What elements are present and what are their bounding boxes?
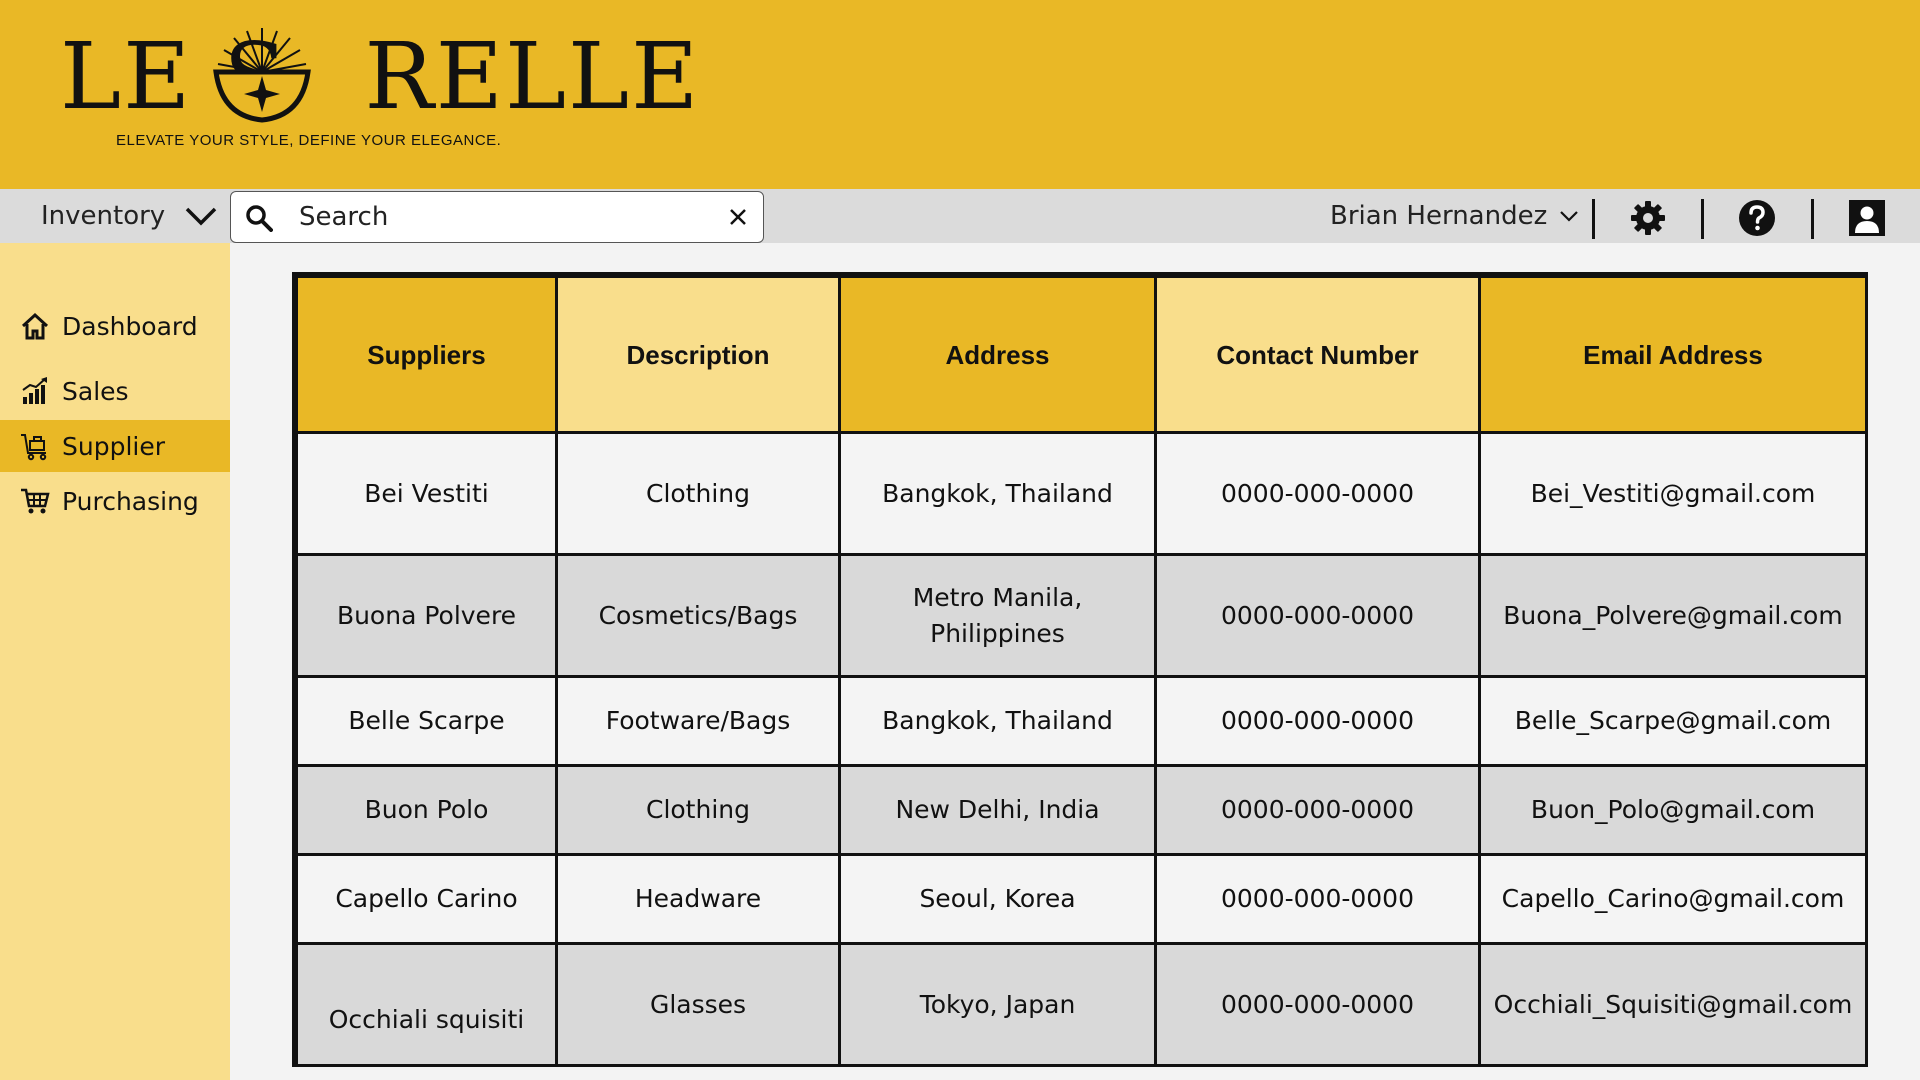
- search-box[interactable]: [230, 191, 764, 243]
- sidebar-item-dashboard[interactable]: Dashboard: [0, 300, 230, 352]
- sidebar-item-label: Sales: [62, 376, 129, 406]
- supplier-name-cell: Buona Polvere: [295, 553, 558, 678]
- brand-tagline: ELEVATE YOUR STYLE, DEFINE YOUR ELEGANCE…: [116, 132, 502, 149]
- supplier-name-cell: Capello Carino: [295, 853, 558, 945]
- chevron-down-icon: [1560, 211, 1579, 222]
- table-row[interactable]: Buona Polvere Cosmetics/Bags Metro Manil…: [295, 553, 1868, 678]
- chevron-down-icon: [185, 207, 217, 226]
- table-row[interactable]: Occhiali squisiti Glasses Tokyo, Japan 0…: [295, 942, 1868, 1067]
- supplier-name-cell: Buon Polo: [295, 764, 558, 856]
- column-header-contact-number[interactable]: Contact Number: [1154, 275, 1481, 434]
- address-cell: New Delhi, India: [838, 764, 1157, 856]
- email-cell: Buona_Polvere@gmail.com: [1478, 553, 1868, 678]
- shopping-cart-icon: [21, 488, 50, 514]
- sun-star-icon: [213, 28, 311, 123]
- email-cell: Belle_Scarpe@gmail.com: [1478, 675, 1868, 767]
- home-icon: [21, 312, 49, 340]
- description-cell: Cosmetics/Bags: [555, 553, 841, 678]
- sidebar-item-label: Purchasing: [62, 486, 199, 516]
- table-row[interactable]: Bei Vestiti Clothing Bangkok, Thailand 0…: [295, 431, 1868, 556]
- supplier-name-cell: Belle Scarpe: [295, 675, 558, 767]
- column-header-address[interactable]: Address: [838, 275, 1157, 434]
- column-header-suppliers[interactable]: Suppliers: [295, 275, 558, 434]
- description-cell: Clothing: [555, 764, 841, 856]
- sidebar-item-sales[interactable]: Sales: [0, 365, 230, 417]
- email-cell: Bei_Vestiti@gmail.com: [1478, 431, 1868, 556]
- supplier-table: Suppliers Description Address Contact Nu…: [292, 272, 1868, 1067]
- email-cell: Buon_Polo@gmail.com: [1478, 764, 1868, 856]
- top-toolbar: Inventory Brian Hernandez: [0, 189, 1920, 243]
- module-dropdown-label: Inventory: [41, 201, 166, 231]
- address-cell: Tokyo, Japan: [838, 942, 1157, 1067]
- sidebar-item-label: Dashboard: [62, 311, 198, 341]
- search-input[interactable]: [299, 200, 699, 234]
- user-profile-icon[interactable]: [1848, 199, 1886, 237]
- contact-number-cell: 0000-000-0000: [1154, 675, 1481, 767]
- address-cell: Bangkok, Thailand: [838, 431, 1157, 556]
- toolbar-divider: [1592, 199, 1595, 239]
- brand-logo[interactable]: LE S RELLE ELEVATE YOUR STYLE, DEFINE YOU…: [60, 22, 698, 152]
- sidebar-item-supplier[interactable]: Supplier: [0, 420, 230, 472]
- help-icon[interactable]: [1738, 199, 1776, 237]
- table-row[interactable]: Capello Carino Headware Seoul, Korea 000…: [295, 853, 1868, 945]
- address-cell: Bangkok, Thailand: [838, 675, 1157, 767]
- table-row[interactable]: Belle Scarpe Footware/Bags Bangkok, Thai…: [295, 675, 1868, 767]
- bar-chart-icon: [22, 377, 47, 404]
- address-cell: Seoul, Korea: [838, 853, 1157, 945]
- contact-number-cell: 0000-000-0000: [1154, 553, 1481, 678]
- delivery-cart-icon: [21, 434, 47, 461]
- sidebar: Dashboard Sales Supplier Purchasing: [0, 243, 230, 1080]
- description-cell: Glasses: [555, 942, 841, 1067]
- sidebar-item-purchasing[interactable]: Purchasing: [0, 475, 230, 527]
- supplier-name-cell: Bei Vestiti: [295, 431, 558, 556]
- user-menu[interactable]: Brian Hernandez: [1330, 189, 1579, 243]
- toolbar-divider: [1811, 199, 1814, 239]
- module-dropdown[interactable]: Inventory: [0, 189, 230, 243]
- column-header-description[interactable]: Description: [555, 275, 841, 434]
- sidebar-item-label: Supplier: [62, 431, 166, 461]
- email-cell: Occhiali_Squisiti@gmail.com: [1478, 942, 1868, 1067]
- contact-number-cell: 0000-000-0000: [1154, 853, 1481, 945]
- supplier-name-cell: Occhiali squisiti: [295, 942, 558, 1067]
- contact-number-cell: 0000-000-0000: [1154, 764, 1481, 856]
- toolbar-divider: [1701, 199, 1704, 239]
- table-row[interactable]: Buon Polo Clothing New Delhi, India 0000…: [295, 764, 1868, 856]
- description-cell: Clothing: [555, 431, 841, 556]
- logo-wordmark: LE S RELLE: [60, 23, 701, 130]
- close-icon[interactable]: [727, 206, 749, 228]
- column-header-email-address[interactable]: Email Address: [1478, 275, 1868, 434]
- description-cell: Footware/Bags: [555, 675, 841, 767]
- contact-number-cell: 0000-000-0000: [1154, 431, 1481, 556]
- search-icon: [246, 205, 273, 232]
- user-name: Brian Hernandez: [1330, 201, 1548, 231]
- app-header: LE S RELLE ELEVATE YOUR STYLE, DEFINE YOU…: [0, 0, 1920, 189]
- gear-icon[interactable]: [1629, 199, 1667, 237]
- contact-number-cell: 0000-000-0000: [1154, 942, 1481, 1067]
- table-header-row: Suppliers Description Address Contact Nu…: [295, 275, 1868, 434]
- email-cell: Capello_Carino@gmail.com: [1478, 853, 1868, 945]
- address-cell: Metro Manila, Philippines: [838, 553, 1157, 678]
- description-cell: Headware: [555, 853, 841, 945]
